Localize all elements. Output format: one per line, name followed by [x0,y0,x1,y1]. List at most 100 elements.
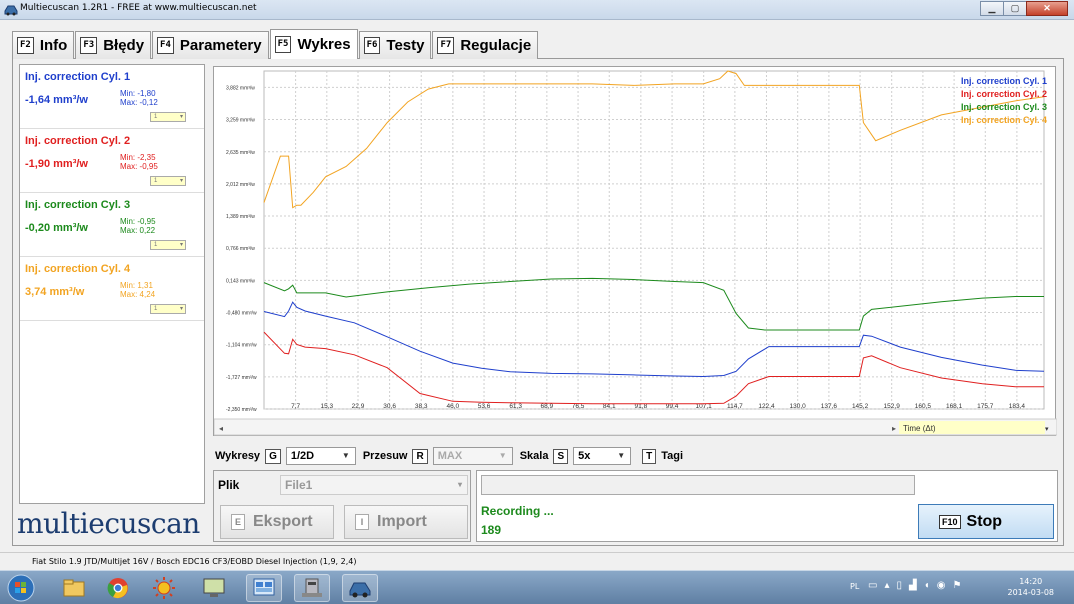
file-value: File1 [285,478,313,492]
channel-scale-value: 1 [154,178,158,184]
tab-label: Parametery [179,37,262,54]
sun-app-icon[interactable] [146,574,182,602]
chevron-down-icon: ▾ [1045,426,1049,433]
taskbar-app-icon[interactable] [246,574,282,602]
clock[interactable]: 14:20 2014-03-08 [1008,576,1055,598]
window-title: Multiecuscan 1.2R1 - FREE at www.multiec… [20,3,257,13]
y-tick-label: -1,104 mm³/w [226,343,257,349]
chart-panel[interactable]: 3,882 mm³/w 3,259 mm³/w 2,635 mm³/w 2,012 m… [213,66,1057,436]
network-icon[interactable]: ◉ [937,580,946,591]
przesuw-value: MAX [437,450,463,462]
file-select[interactable]: File1 ▾ [280,475,468,495]
chevron-down-icon: ▼ [341,451,350,460]
chevron-up-icon[interactable]: ▴ [884,580,889,591]
channel-item[interactable]: Inj. correction Cyl. 1 -1,64 mm³/w Min: … [20,65,204,129]
battery-icon[interactable]: ▯ [896,580,902,591]
chrome-icon[interactable] [100,574,136,602]
stop-label: Stop [966,512,1003,530]
channel-minmax: Min: -0,95 Max: 0,22 [120,217,156,235]
computer-app-icon[interactable] [294,574,330,602]
channel-name: Inj. correction Cyl. 2 [25,135,131,147]
recording-count: 189 [481,523,502,537]
chevron-down-icon: ▼ [617,451,626,460]
plot-area [263,70,1045,410]
stop-button[interactable]: F10 Stop [918,504,1054,539]
y-tick-label: 0,766 mm³/w [226,246,255,252]
tab-testy[interactable]: F6 Testy [358,31,432,59]
channel-scale-value: 1 [154,242,158,248]
export-button[interactable]: E Eksport [220,505,334,539]
wykresy-label: Wykresy [215,450,261,462]
flag-icon[interactable]: ⚑ [952,580,961,591]
x-tick-label: 145,2 [852,403,869,410]
y-tick-label: 3,882 mm³/w [226,85,255,91]
legend-entry: Inj. correction Cyl. 4 [961,115,1047,125]
x-tick-label: 68,9 [541,403,554,410]
scroll-right-icon: ▸ [892,424,896,433]
wykresy-select[interactable]: 1/2D ▼ [285,447,356,465]
channel-item[interactable]: Inj. correction Cyl. 2 -1,90 mm³/w Min: … [20,129,204,193]
maximize-button[interactable]: ▢ [1003,1,1027,16]
recording-status: Recording ... [481,504,554,518]
minimize-button[interactable]: ▁ [980,1,1004,16]
channel-scale-select[interactable]: 1 ▾ [150,240,186,250]
channel-name: Inj. correction Cyl. 1 [25,71,131,83]
tab-parametery[interactable]: F4 Parametery [152,31,269,59]
channel-minmax: Min: 1,31 Max: 4,24 [120,281,156,299]
close-button[interactable]: ✕ [1026,1,1068,16]
tab-label: Regulacje [460,37,532,54]
chevron-down-icon: ▾ [179,242,183,248]
wykresy-value: 1/2D [290,450,315,462]
x-tick-label: 38,3 [415,403,428,410]
tagi-label: Tagi [661,450,684,462]
channel-scale-select[interactable]: 1 ▾ [150,112,186,122]
scroll-left-icon: ◂ [219,424,223,433]
channel-item[interactable]: Inj. correction Cyl. 4 3,74 mm³/w Min: 1… [20,257,204,321]
explorer-icon[interactable] [56,574,92,602]
volume-icon[interactable]: ◖ [924,580,930,591]
przesuw-select[interactable]: MAX ▼ [432,447,513,465]
wykresy-key[interactable]: G [265,448,281,464]
tab-label: Info [39,37,68,54]
multiecuscan-taskbar-icon[interactable] [342,574,378,602]
monitor-app-icon[interactable] [196,574,232,602]
y-tick-label: -2,350 mm³/w [226,407,257,413]
x-tick-label: 130,0 [790,403,807,410]
tagi-key[interactable]: T [642,448,657,464]
tab-wykres[interactable]: F5 Wykres [269,29,358,59]
channel-scale-select[interactable]: 1 ▾ [150,176,186,186]
import-button[interactable]: I Import [344,505,468,539]
przesuw-key[interactable]: R [412,448,428,464]
y-tick-label: -1,727 mm³/w [226,375,257,381]
tab-info[interactable]: F2 Info [12,31,75,59]
channel-value: -0,20 mm³/w [25,222,88,234]
start-button[interactable] [4,574,38,602]
keyboard-icon[interactable]: ▭ [868,580,877,591]
file-panel: Plik File1 ▾ E Eksport I Import [213,470,471,542]
tab-key: F3 [80,37,98,54]
channel-name: Inj. correction Cyl. 3 [25,199,131,211]
skala-key[interactable]: S [553,448,569,464]
system-tray: ▭ ▴ ▯ ▟ ◖ ◉ ⚑ [868,580,961,591]
x-tick-label: 15,3 [320,403,333,410]
tab-regulacje[interactable]: F7 Regulacje [432,31,539,59]
x-tick-label: 175,7 [977,403,994,410]
signal-icon[interactable]: ▟ [909,580,917,591]
x-tick-label: 183,4 [1009,403,1026,410]
import-label: Import [377,513,427,530]
legend-entry: Inj. correction Cyl. 3 [961,102,1047,112]
language-indicator[interactable]: PL [850,582,859,591]
skala-select[interactable]: 5x ▼ [573,447,632,465]
clock-time: 14:20 [1019,577,1043,586]
channel-item[interactable]: Inj. correction Cyl. 3 -0,20 mm³/w Min: … [20,193,204,257]
tab-bledy[interactable]: F3 Błędy [75,31,152,59]
channel-value: -1,90 mm³/w [25,158,88,170]
channel-scale-value: 1 [154,306,158,312]
x-tick-label: 61,3 [509,403,522,410]
skala-value: 5x [578,450,591,462]
channel-scale-select[interactable]: 1 ▾ [150,304,186,314]
title-bar: Multiecuscan 1.2R1 - FREE at www.multiec… [0,0,1074,20]
x-tick-label: 7,7 [291,403,300,410]
channel-value: -1,64 mm³/w [25,94,88,106]
y-tick-label: -0,480 mm³/w [226,311,257,317]
